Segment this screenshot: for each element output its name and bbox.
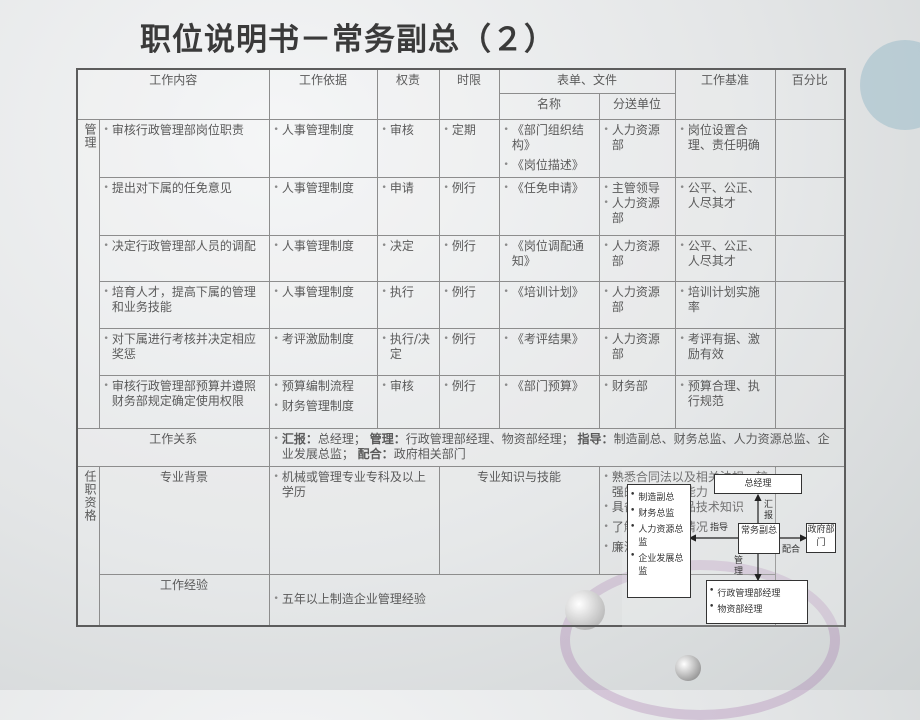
percentage-cell — [774, 118, 846, 178]
table-row: • 对下属进行考核并决定相应奖惩 • 考评激励制度 • 执行/决定 • 例行 • 《考评结… — [77, 327, 846, 376]
percentage-cell — [774, 234, 846, 282]
page-title: 职位说明书－常务副总（２） — [140, 22, 556, 58]
work-relations-row: 工作关系 • 汇报：总经理； 管理：行政管理部经理、物资部经理； 指导：制造副总… — [76, 427, 846, 467]
org-label-coop: 配合 — [782, 545, 801, 555]
table-row: • 提出对下属的任免意见 • 人事管理制度 • 申请 • 例行 • 《任免申请》 • 主管领… — [77, 176, 846, 236]
org-node-right: 政府部门 — [806, 523, 836, 553]
percentage-cell — [774, 374, 846, 429]
org-label-guide: 指导 — [710, 523, 729, 533]
percentage-cell — [774, 327, 846, 376]
org-node-left: • 制造副总 • 财务总监 • 人力资源总监 • 企业发展总监 — [627, 484, 691, 598]
work-relations-label: 工作关系 — [76, 427, 270, 467]
org-node-bottom: • 行政管理部经理 • 物资部经理 — [706, 580, 808, 624]
percentage-cell — [774, 176, 846, 236]
header-work-standard: 工作基准 — [674, 68, 776, 120]
table-row: • 培育人才，提高下属的管理和业务技能 • 人事管理制度 • 执行 • 例行 • 《培训计… — [77, 280, 846, 329]
org-node-top: 总经理 — [714, 474, 802, 494]
background-text: • 机械或管理专业专科及以上学历 — [268, 465, 440, 575]
header-work-basis: 工作依据 — [268, 68, 378, 120]
qualification-label: 任职资格 — [76, 465, 100, 627]
table-row: 管理 • 审核行政管理部岗位职责 • 人事管理制度 • 审核 • 定期 • 《部门组织结构… — [76, 118, 846, 429]
background-bubble — [675, 655, 701, 681]
header-percentage: 百分比 — [774, 68, 846, 120]
org-node-center: 常务副总 — [738, 523, 780, 554]
background-swirl — [860, 40, 920, 130]
work-relations-text: • 汇报：总经理； 管理：行政管理部经理、物资部经理； 指导：制造副总、财务总监… — [268, 427, 846, 467]
org-chart: 总经理 常务副总 政府部门 • 制造副总 • 财务总监 • 人力资源总监 • 企业发展总… — [622, 468, 844, 628]
experience-label: 工作经验 — [98, 573, 270, 627]
org-label-report: 汇报 — [764, 500, 774, 521]
header-authority: 权责 — [376, 68, 440, 120]
group-label-management: 管理 — [76, 118, 100, 429]
header-name: 名称 — [498, 92, 600, 120]
background-label: 专业背景 — [98, 465, 270, 575]
table-row: • 决定行政管理部人员的调配 • 人事管理制度 • 决定 • 例行 • 《岗位调配通知》 … — [77, 234, 846, 282]
knowledge-label: 专业知识与技能 — [438, 465, 600, 575]
percentage-cell — [774, 280, 846, 329]
header-time-limit: 时限 — [438, 68, 500, 120]
org-label-manage: 管理 — [734, 556, 744, 577]
header-forms-files: 表单、文件 — [498, 68, 676, 94]
header-work-content: 工作内容 — [76, 68, 270, 120]
table-row: • 审核行政管理部预算并遵照财务部规定确定使用权限 • 预算编制流程 • 财务管理制度 … — [77, 374, 846, 429]
header-distribution: 分送单位 — [598, 92, 676, 120]
